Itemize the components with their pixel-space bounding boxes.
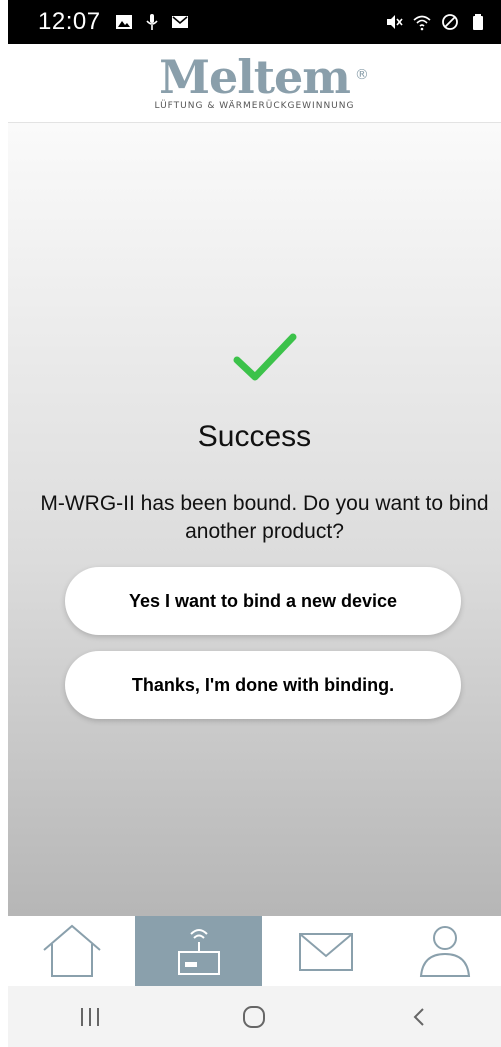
home-circle-icon <box>243 1005 266 1028</box>
system-nav-bar <box>8 986 501 1047</box>
back-icon <box>413 1007 424 1026</box>
tab-devices[interactable] <box>135 916 262 986</box>
status-right-icons <box>385 13 487 31</box>
success-message: M-WRG-II has been bound. Do you want to … <box>40 492 489 543</box>
back-button[interactable] <box>389 997 449 1037</box>
app-header: Meltem ® LÜFTUNG & WÄRMERÜCKGEWINNUNG <box>8 44 501 123</box>
bind-new-device-button[interactable]: Yes I want to bind a new device <box>65 567 461 635</box>
do-not-disturb-icon <box>442 14 458 30</box>
tab-messages[interactable] <box>262 916 389 986</box>
tab-profile[interactable] <box>389 916 501 986</box>
router-icon <box>177 929 220 975</box>
recent-apps-button[interactable] <box>60 997 120 1037</box>
image-icon <box>115 15 132 29</box>
microphone-icon <box>145 14 158 30</box>
home-icon <box>42 924 101 977</box>
success-title: Success <box>197 420 312 453</box>
done-binding-button[interactable]: Thanks, I'm done with binding. <box>65 651 461 719</box>
wifi-icon <box>413 15 431 31</box>
recent-apps-icon <box>81 1007 100 1026</box>
status-bar: 12:07 <box>8 0 501 44</box>
mute-icon <box>387 15 403 29</box>
mail-icon <box>298 933 353 971</box>
mail-icon <box>171 16 188 28</box>
checkmark-icon <box>233 333 297 381</box>
tab-home[interactable] <box>8 916 135 986</box>
user-icon <box>419 926 471 977</box>
meltem-logo: Meltem ® <box>159 50 369 104</box>
home-button[interactable] <box>224 997 284 1037</box>
registered-mark: ® <box>354 67 369 83</box>
tab-bar <box>8 916 501 986</box>
success-panel: Success M-WRG-II has been bound. Do you … <box>8 123 501 916</box>
status-time: 12:07 <box>38 8 101 35</box>
battery-icon <box>473 14 483 30</box>
status-left-icons <box>115 13 189 31</box>
